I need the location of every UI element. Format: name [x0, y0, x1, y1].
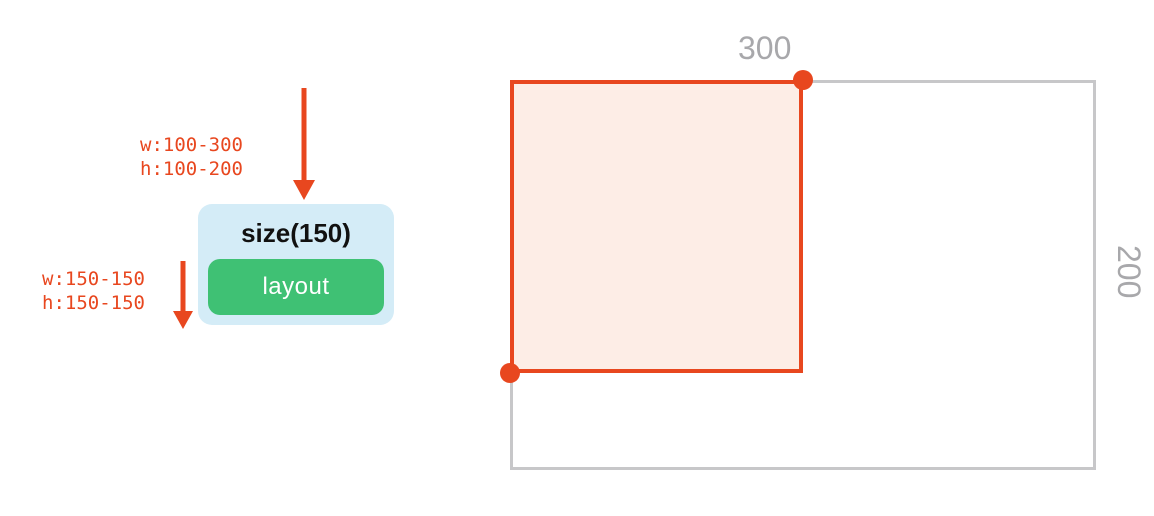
arrow-down-short-icon [171, 261, 195, 329]
card-title: size(150) [208, 214, 384, 259]
outgoing-width-text: w:150-150 [42, 268, 145, 292]
size-modifier-card: size(150) layout [198, 204, 394, 325]
outgoing-height-text: h:150-150 [42, 292, 145, 316]
bounds-height-label: 200 [1110, 245, 1147, 298]
arrow-down-icon [289, 88, 319, 200]
handle-bottom-left-icon [500, 363, 520, 383]
result-size-box [510, 80, 803, 373]
outgoing-constraint-label: w:150-150 h:150-150 [42, 268, 145, 316]
handle-top-right-icon [793, 70, 813, 90]
bounds-width-label: 300 [738, 30, 791, 67]
incoming-width-text: w:100-300 [140, 134, 243, 158]
incoming-constraint-label: w:100-300 h:100-200 [140, 134, 243, 182]
incoming-height-text: h:100-200 [140, 158, 243, 182]
child-layout-pill: layout [208, 259, 384, 315]
